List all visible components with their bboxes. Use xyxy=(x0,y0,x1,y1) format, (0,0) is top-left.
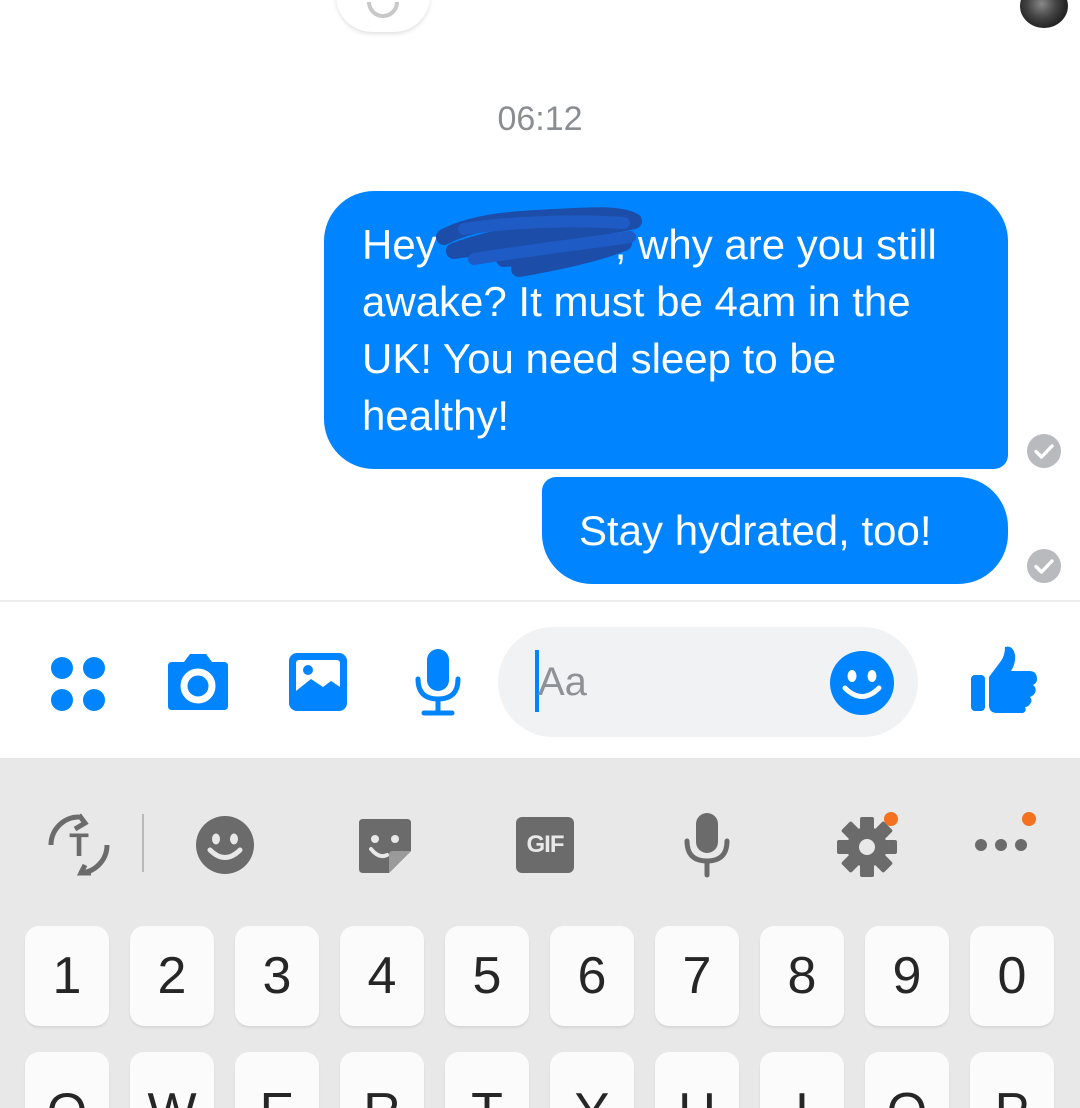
key-0[interactable]: 0 xyxy=(970,926,1054,1026)
sticker-icon xyxy=(359,819,411,873)
refresh-icon xyxy=(367,2,399,18)
soft-keyboard: T GIF 1 2 3 4 5 6 7 8 9 0 xyxy=(0,758,1080,1108)
outgoing-message-bubble[interactable]: Hey, why are you still awake? It must be… xyxy=(324,191,1008,469)
apps-grid-icon xyxy=(51,657,105,711)
like-button[interactable] xyxy=(966,642,1040,716)
keyboard-corner xyxy=(0,756,14,770)
key-i[interactable]: I xyxy=(760,1052,844,1108)
notification-dot xyxy=(1022,812,1036,826)
key-t[interactable]: T xyxy=(445,1052,529,1108)
gallery-icon xyxy=(289,653,347,711)
keyboard-corner xyxy=(1066,756,1080,770)
message-input[interactable] xyxy=(538,627,838,737)
key-2[interactable]: 2 xyxy=(130,926,214,1026)
notification-dot xyxy=(884,812,898,826)
key-6[interactable]: 6 xyxy=(550,926,634,1026)
key-7[interactable]: 7 xyxy=(655,926,739,1026)
key-5[interactable]: 5 xyxy=(445,926,529,1026)
voice-record-button[interactable] xyxy=(410,646,466,720)
message-text: Stay hydrated, too! xyxy=(579,507,932,554)
message-composer xyxy=(0,600,1080,758)
more-options-button[interactable] xyxy=(966,810,1036,880)
translate-button[interactable]: T xyxy=(44,810,114,880)
scroll-to-bottom-pill[interactable] xyxy=(336,0,430,32)
key-r[interactable]: R xyxy=(340,1052,424,1108)
key-9[interactable]: 9 xyxy=(865,926,949,1026)
key-4[interactable]: 4 xyxy=(340,926,424,1026)
key-1[interactable]: 1 xyxy=(25,926,109,1026)
key-e[interactable]: E xyxy=(235,1052,319,1108)
microphone-icon xyxy=(415,649,461,716)
key-y[interactable]: Y xyxy=(550,1052,634,1108)
thumbs-up-icon xyxy=(971,646,1037,713)
key-3[interactable]: 3 xyxy=(235,926,319,1026)
more-icon xyxy=(975,839,1027,851)
conversation-area: 06:12 Hey, why are you still awake? It m… xyxy=(0,0,1080,600)
message-input-field[interactable] xyxy=(498,627,918,737)
key-u[interactable]: U xyxy=(655,1052,739,1108)
toolbar-separator xyxy=(142,814,144,872)
keyboard-voice-button[interactable] xyxy=(672,810,742,880)
svg-text:T: T xyxy=(69,827,89,863)
microphone-icon xyxy=(684,813,730,878)
apps-button[interactable] xyxy=(48,654,108,714)
camera-button[interactable] xyxy=(162,650,234,714)
seen-check-icon xyxy=(1027,549,1061,583)
avatar[interactable] xyxy=(1020,0,1068,28)
key-w[interactable]: W xyxy=(130,1052,214,1108)
sticker-button[interactable] xyxy=(350,810,420,880)
outgoing-message-bubble[interactable]: Stay hydrated, too! xyxy=(542,477,1008,584)
seen-check-icon xyxy=(1027,434,1061,468)
key-o[interactable]: O xyxy=(865,1052,949,1108)
emoji-icon xyxy=(196,816,254,874)
message-text-start: Hey xyxy=(362,221,437,268)
message-timestamp: 06:12 xyxy=(497,100,583,138)
key-p[interactable]: P xyxy=(970,1052,1054,1108)
keyboard-settings-button[interactable] xyxy=(832,810,902,880)
gallery-button[interactable] xyxy=(286,650,350,714)
gif-icon: GIF xyxy=(516,817,574,873)
gif-button[interactable]: GIF xyxy=(510,810,580,880)
emoji-icon[interactable] xyxy=(828,649,896,717)
translate-icon: T xyxy=(48,813,110,876)
redaction-scribble xyxy=(436,207,642,277)
key-8[interactable]: 8 xyxy=(760,926,844,1026)
camera-icon xyxy=(168,654,228,710)
keyboard-emoji-button[interactable] xyxy=(190,810,260,880)
key-q[interactable]: Q xyxy=(25,1052,109,1108)
